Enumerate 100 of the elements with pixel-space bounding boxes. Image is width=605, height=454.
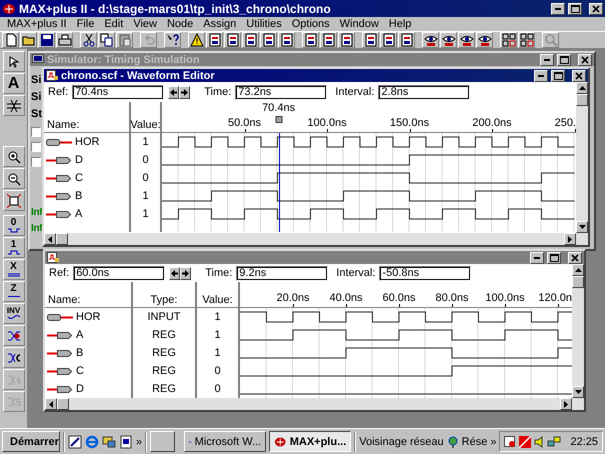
interval-field[interactable]: 2.8ns <box>378 84 470 100</box>
down-triangle-icon <box>574 390 582 394</box>
cursor-handle[interactable] <box>275 116 282 123</box>
scroll-up-button[interactable] <box>572 264 584 276</box>
minimize-button[interactable] <box>551 2 565 14</box>
level-tool-button[interactable]: Z <box>2 281 24 302</box>
close-icon <box>592 4 600 12</box>
close-icon <box>575 72 583 80</box>
menu-item[interactable]: Utilities <box>241 18 287 30</box>
time-field[interactable]: 9.2ns <box>236 266 328 280</box>
level-tool-button[interactable]: 1 <box>2 237 24 258</box>
menu-item[interactable]: View <box>128 18 162 30</box>
ref-field[interactable]: 70.4ns <box>72 84 164 100</box>
close-button[interactable] <box>568 252 582 264</box>
more-indicator[interactable]: » <box>490 436 496 448</box>
close-button[interactable] <box>572 70 586 82</box>
output-pin-icon <box>46 192 72 200</box>
text-tool-button[interactable]: A <box>2 73 24 94</box>
maximize-button[interactable] <box>557 54 571 66</box>
menu-item[interactable]: File <box>72 18 100 30</box>
scroll-left-button[interactable] <box>45 398 57 410</box>
zoom-in-icon <box>6 150 20 164</box>
signal-value: 1 <box>214 329 221 341</box>
scroll-down-button[interactable] <box>576 221 588 233</box>
menu-item[interactable]: Edit <box>99 18 128 30</box>
vertical-scrollbar[interactable] <box>572 264 584 410</box>
tick-label: 100.0ns <box>485 292 525 304</box>
checkbox[interactable] <box>31 157 41 167</box>
scroll-down-button[interactable] <box>572 386 584 398</box>
menu-item[interactable]: Window <box>334 18 384 30</box>
info-message: Inf <box>31 207 42 218</box>
maximize-button[interactable] <box>568 2 582 14</box>
minimize-icon <box>538 74 544 76</box>
time-cursor-line[interactable] <box>278 133 280 232</box>
fit-button[interactable] <box>2 190 24 211</box>
maximize-button[interactable] <box>551 70 565 82</box>
next-button[interactable] <box>180 266 192 280</box>
more-indicator[interactable]: » <box>136 436 142 448</box>
checkbox[interactable] <box>31 142 41 152</box>
next-button[interactable] <box>179 86 190 98</box>
horizontal-scrollbar[interactable] <box>45 398 572 410</box>
tick-mark <box>327 129 328 132</box>
scroll-left-button[interactable] <box>44 233 56 245</box>
tick-label: 200.0ns <box>472 117 512 129</box>
scroll-up-button[interactable] <box>576 82 588 94</box>
column-header: Value: <box>130 119 161 131</box>
close-button[interactable] <box>578 54 592 66</box>
info-message: Inf <box>31 223 42 234</box>
tick-mark <box>399 304 400 307</box>
menu-item[interactable]: Help <box>384 18 416 30</box>
menu-item[interactable]: MAX+plus II <box>2 18 72 30</box>
ref-field[interactable]: 60.0ns <box>73 266 166 280</box>
menu-item[interactable]: Assign <box>198 18 242 30</box>
previous-button[interactable] <box>168 86 180 98</box>
scroll-thumb[interactable] <box>572 276 584 288</box>
output-pin-icon <box>46 174 72 182</box>
crossing-icon <box>6 100 20 112</box>
close-button[interactable] <box>589 2 603 14</box>
level-tool-button[interactable]: X <box>2 259 24 280</box>
task-button[interactable]: Microsoft W... <box>184 431 266 452</box>
quick-launch-button[interactable] <box>68 432 82 450</box>
previous-button[interactable] <box>169 266 180 280</box>
crossing-tool-button[interactable] <box>2 95 24 116</box>
level-tool-button[interactable]: 0 <box>2 215 24 236</box>
level-tool-button[interactable]: INV <box>2 303 24 324</box>
checkbox[interactable] <box>31 127 41 137</box>
vertical-scrollbar[interactable] <box>576 82 588 245</box>
window-icon <box>119 434 133 448</box>
quick-launch-button[interactable] <box>119 432 133 450</box>
globe-icon <box>446 436 459 448</box>
interval-label: Interval: <box>335 86 374 98</box>
cursor-time-label: 70.4ns <box>262 102 296 114</box>
scroll-thumb[interactable] <box>57 398 69 410</box>
menu-item[interactable]: Options <box>286 18 335 30</box>
start-button[interactable]: Démarrer <box>2 431 60 452</box>
scroll-thumb[interactable] <box>576 94 588 106</box>
section-label: St <box>31 108 42 120</box>
task-button[interactable] <box>150 431 176 452</box>
zoom-out-button[interactable] <box>2 168 24 189</box>
clock-tool-button[interactable] <box>2 347 24 368</box>
minimize-button[interactable] <box>540 54 554 66</box>
horizontal-scrollbar[interactable] <box>44 233 576 245</box>
pointer-tool-button[interactable] <box>2 51 24 72</box>
maximize-button[interactable] <box>547 252 561 264</box>
minimize-button[interactable] <box>530 252 544 264</box>
zoom-in-button[interactable] <box>2 146 24 167</box>
tray-icon <box>504 436 516 448</box>
invert-tool-button[interactable] <box>2 325 24 346</box>
scroll-right-button[interactable] <box>560 398 572 410</box>
time-field[interactable]: 73.2ns <box>235 84 328 100</box>
waveform-icon <box>8 293 20 299</box>
signal-value: 0 <box>214 365 221 377</box>
interval-field[interactable]: -50.8ns <box>379 266 472 280</box>
signal-value: 1 <box>214 347 221 359</box>
menu-item[interactable]: Node <box>162 18 198 30</box>
scroll-right-button[interactable] <box>564 233 576 245</box>
toolbar-button[interactable] <box>188 32 205 48</box>
task-button[interactable]: MAX+plu... <box>269 431 352 452</box>
minimize-button[interactable] <box>534 70 548 82</box>
scroll-thumb[interactable] <box>56 233 68 245</box>
